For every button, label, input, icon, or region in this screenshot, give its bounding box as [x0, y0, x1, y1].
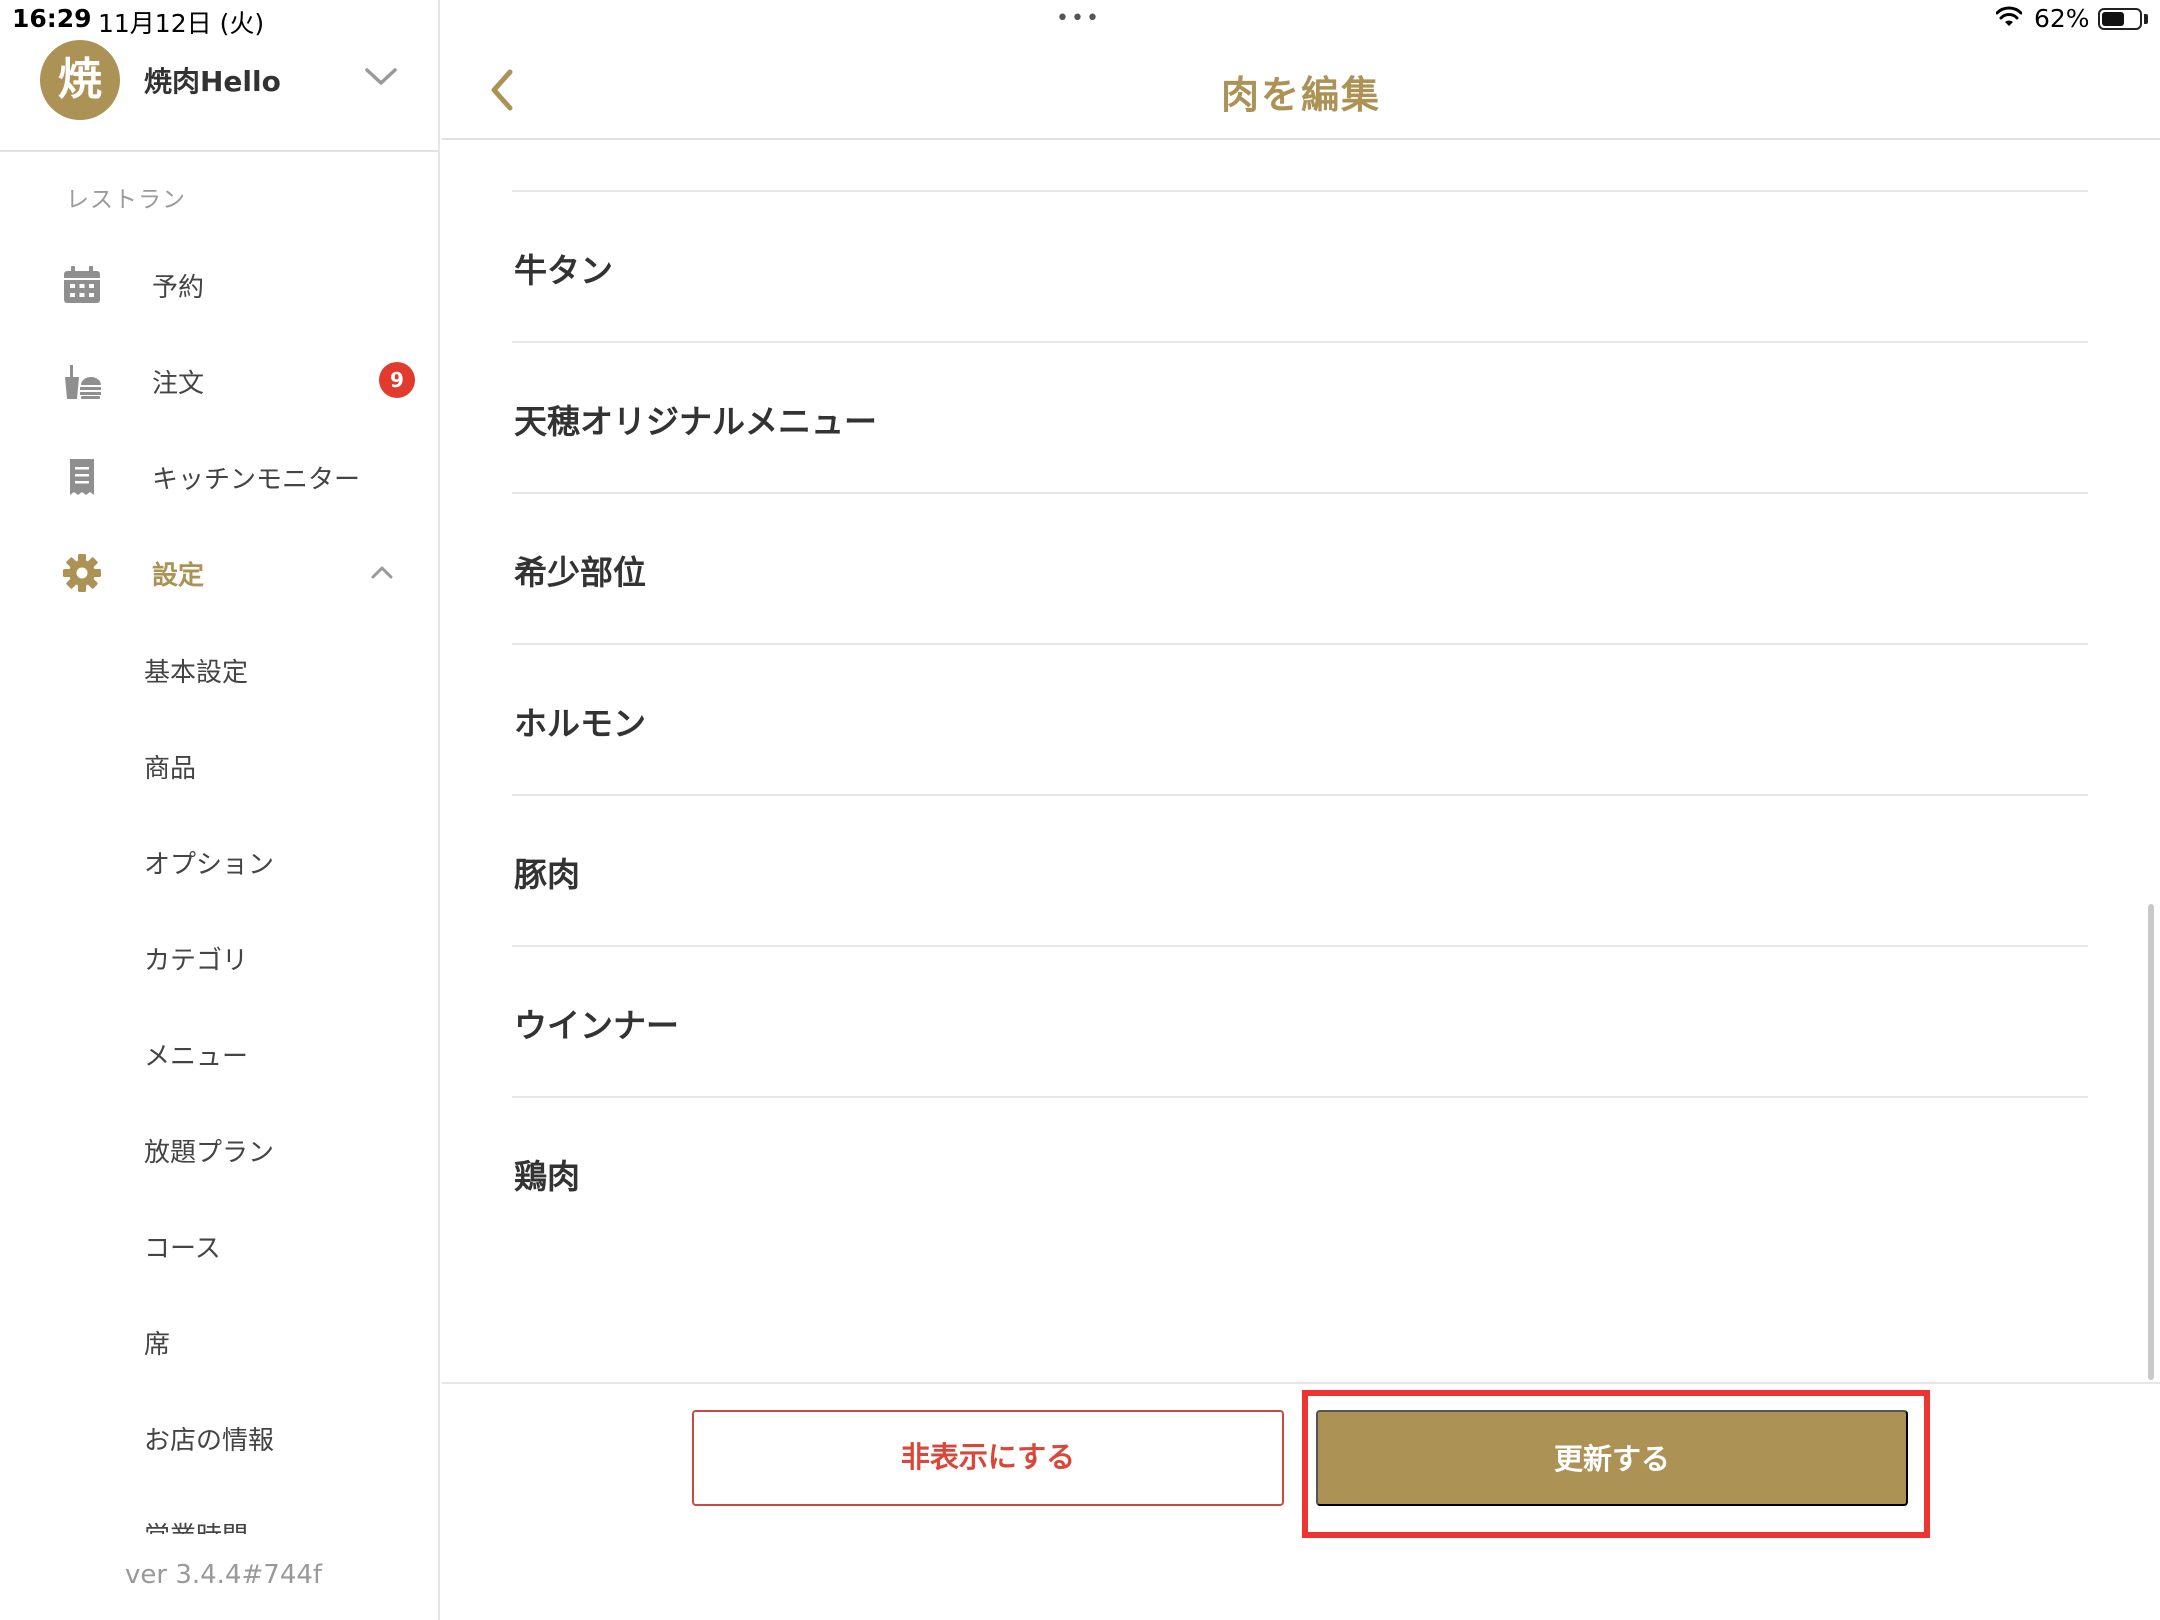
settings-item-products[interactable]: 商品 — [144, 748, 196, 785]
settings-item-business-hours[interactable]: 営業時間 — [144, 1516, 248, 1534]
page-title: 肉を編集 — [1220, 73, 1381, 117]
battery-percent: 62% — [2034, 4, 2090, 33]
list-item-label: 希少部位 — [514, 553, 646, 592]
status-time: 16:29 — [12, 4, 92, 33]
list-item[interactable]: 希少部位 — [512, 492, 2088, 643]
list-item[interactable]: 豚肉 — [512, 794, 2088, 945]
action-footer: 非表示にする 更新する — [442, 1382, 2160, 1620]
food-order-icon — [65, 365, 101, 399]
sidebar-item-label: 設定 — [152, 561, 205, 591]
avatar: 焼 — [40, 40, 120, 120]
list-item[interactable]: 鶏肉 — [512, 1096, 2088, 1247]
store-name: 焼肉Hello — [144, 65, 281, 98]
settings-item-store-info[interactable]: お店の情報 — [144, 1420, 274, 1457]
sidebar-item-settings[interactable]: 設定 — [0, 533, 438, 613]
sidebar-item-orders[interactable]: 注文 9 — [0, 341, 438, 421]
list-item[interactable]: 牛タン — [512, 190, 2088, 341]
settings-item-categories[interactable]: カテゴリ — [144, 940, 248, 977]
app-version: ver 3.4.4#744f — [125, 1560, 323, 1590]
list-item-label: 天穂オリジナルメニュー — [514, 402, 877, 441]
list-item[interactable]: ウインナー — [512, 945, 2088, 1096]
list-item-label: ホルモン — [514, 704, 646, 743]
sidebar: 焼 焼肉Hello レストラン 予約 注文 9 キッチンモニター 設定 基本設定… — [0, 0, 440, 1620]
list-item[interactable]: 天穂オリジナルメニュー — [512, 341, 2088, 492]
battery-icon — [2098, 8, 2142, 30]
settings-item-seats[interactable]: 席 — [144, 1324, 170, 1361]
sidebar-item-label: 予約 — [152, 273, 205, 303]
multitask-dots-icon[interactable]: ••• — [1056, 6, 1101, 31]
sidebar-item-label: キッチンモニター — [152, 465, 361, 495]
battery-level — [2102, 12, 2124, 26]
status-bar: 16:29 11月12日 (火) ••• 62% — [0, 0, 2160, 40]
battery-tip — [2144, 14, 2148, 24]
settings-item-basic[interactable]: 基本設定 — [144, 652, 248, 689]
list-item[interactable]: ホルモン — [512, 643, 2088, 794]
wifi-icon — [1996, 6, 2022, 26]
hide-button[interactable]: 非表示にする — [692, 1410, 1284, 1506]
settings-item-menu[interactable]: メニュー — [144, 1036, 248, 1073]
receipt-icon — [70, 459, 94, 495]
calendar-icon — [64, 266, 100, 303]
section-label-restaurant: レストラン — [66, 187, 186, 213]
sidebar-item-kitchen-monitor[interactable]: キッチンモニター — [0, 437, 438, 517]
order-count-badge: 9 — [379, 362, 415, 398]
settings-item-all-you-can-plans[interactable]: 放題プラン — [144, 1132, 274, 1169]
sidebar-item-label: 注文 — [152, 369, 205, 399]
gear-icon — [63, 554, 101, 592]
update-button[interactable]: 更新する — [1316, 1410, 1908, 1506]
scrollbar[interactable] — [2148, 904, 2154, 1380]
settings-item-clip: 営業時間 — [0, 1512, 438, 1534]
list-item-label: ウインナー — [514, 1006, 679, 1045]
list-item-label: 鶏肉 — [514, 1157, 580, 1196]
settings-item-courses[interactable]: コース — [144, 1228, 221, 1265]
sidebar-item-reservations[interactable]: 予約 — [0, 245, 438, 325]
main-panel: 肉を編集 牛タン 天穂オリジナルメニュー 希少部位 ホルモン 豚肉 ウインナー … — [442, 0, 2160, 1620]
chevron-down-icon[interactable] — [364, 66, 398, 88]
status-date: 11月12日 (火) — [98, 9, 265, 38]
chevron-up-icon[interactable] — [368, 563, 396, 581]
list-item-label: 牛タン — [514, 251, 613, 290]
list-item-label: 豚肉 — [514, 855, 580, 894]
settings-item-options[interactable]: オプション — [144, 844, 274, 881]
